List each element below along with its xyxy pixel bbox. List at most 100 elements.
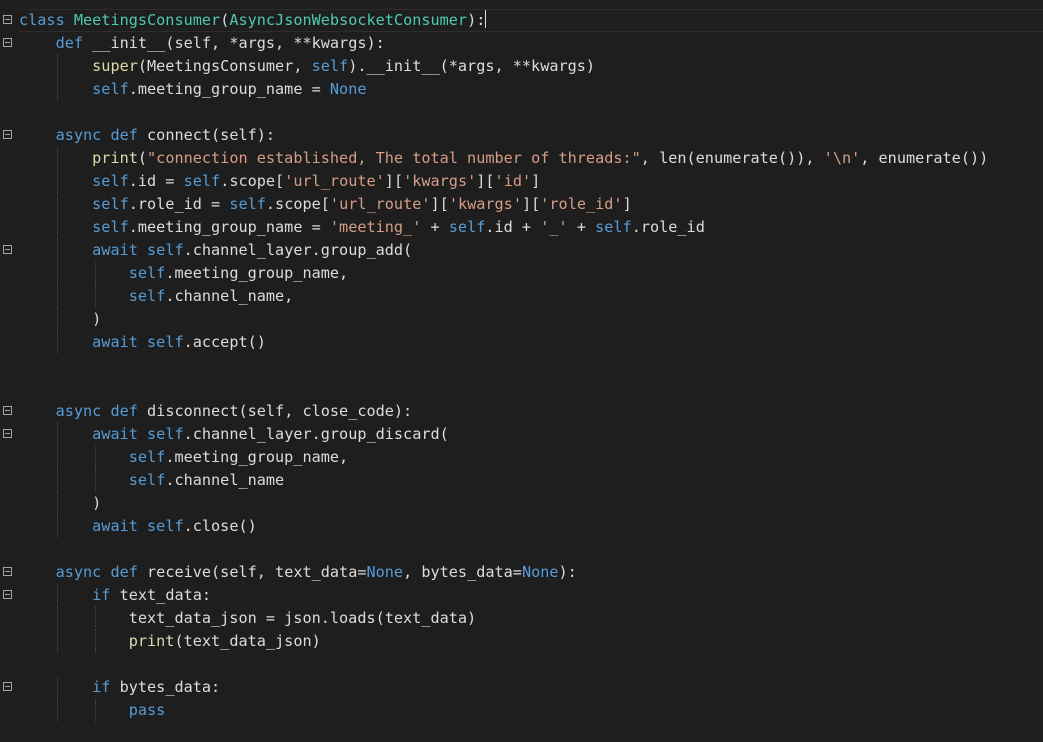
code-line[interactable]: if text_data:	[3, 584, 1043, 607]
code-token: ).__init__(*args, **kwargs)	[348, 57, 596, 75]
code-line[interactable]: await self.close()	[19, 515, 1043, 538]
code-line[interactable]: self.meeting_group_name,	[19, 262, 1043, 285]
code-token: None	[521, 563, 559, 581]
code-token: receive(self, text_data=	[137, 563, 367, 581]
code-line[interactable]	[19, 354, 1043, 377]
code-token: +	[567, 218, 596, 236]
code-line[interactable]: async def disconnect(self, close_code):	[3, 400, 1043, 423]
indent-guide	[57, 446, 59, 469]
code-line[interactable]: )	[19, 308, 1043, 331]
code-token: '\n'	[823, 149, 861, 167]
code-token: (	[137, 149, 148, 167]
code-line[interactable]: async def connect(self):	[3, 124, 1043, 147]
code-token: None	[366, 563, 404, 581]
indent-guide	[57, 423, 59, 446]
fold-toggle-icon[interactable]	[3, 590, 12, 599]
code-token: ]	[622, 195, 632, 213]
indent-guide	[94, 262, 96, 285]
code-line[interactable]	[19, 722, 1043, 742]
code-line[interactable]: self.channel_name,	[19, 285, 1043, 308]
fold-toggle-icon[interactable]	[3, 245, 12, 254]
fold-toggle-icon[interactable]	[3, 682, 12, 691]
code-line[interactable]: print("connection established, The total…	[19, 147, 1043, 170]
fold-gutter	[0, 0, 16, 742]
code-token: ][	[476, 172, 495, 190]
code-token: AsyncJsonWebsocketConsumer	[229, 11, 468, 29]
code-token: if	[92, 678, 111, 696]
code-token: 'url_route'	[329, 195, 431, 213]
code-line[interactable]: def __init__(self, *args, **kwargs):	[3, 32, 1043, 55]
code-line[interactable]: self.id = self.scope['url_route']['kwarg…	[19, 170, 1043, 193]
code-token: , bytes_data=	[403, 563, 522, 581]
code-editor[interactable]: class MeetingsConsumer(AsyncJsonWebsocke…	[0, 0, 1043, 742]
code-token: async	[55, 402, 102, 420]
code-line[interactable]: self.meeting_group_name = None	[19, 78, 1043, 101]
indent-guide	[57, 239, 59, 262]
code-line[interactable]: self.channel_name	[19, 469, 1043, 492]
code-token: ):	[467, 11, 486, 29]
indent-guide	[94, 469, 96, 492]
indent-guide	[94, 630, 96, 653]
code-token: self	[147, 333, 184, 351]
code-token: MeetingsConsumer	[73, 11, 221, 29]
code-token: self	[183, 172, 221, 190]
code-line[interactable]: if bytes_data:	[3, 676, 1043, 699]
code-token: self	[128, 264, 166, 282]
code-area[interactable]: class MeetingsConsumer(AsyncJsonWebsocke…	[3, 9, 1043, 742]
code-line[interactable]: print(text_data_json)	[19, 630, 1043, 653]
code-line[interactable]: async def receive(self, text_data=None, …	[3, 561, 1043, 584]
code-token: pass	[128, 701, 166, 719]
code-line[interactable]	[19, 653, 1043, 676]
code-line[interactable]: await self.channel_layer.group_add(	[3, 239, 1043, 262]
indent-guide	[94, 699, 96, 722]
fold-toggle-icon[interactable]	[3, 15, 12, 24]
code-token: .meeting_group_name =	[128, 218, 330, 236]
fold-toggle-icon[interactable]	[3, 38, 12, 47]
code-line[interactable]: text_data_json = json.loads(text_data)	[19, 607, 1043, 630]
code-line[interactable]	[19, 538, 1043, 561]
code-line[interactable]: self.meeting_group_name,	[19, 446, 1043, 469]
code-token: bytes_data:	[110, 678, 221, 696]
fold-toggle-icon[interactable]	[3, 406, 12, 415]
code-line[interactable]: super(MeetingsConsumer, self).__init__(*…	[19, 55, 1043, 78]
code-token: await	[92, 517, 138, 535]
code-line[interactable]: await self.accept()	[19, 331, 1043, 354]
indent-guide	[94, 607, 96, 630]
code-token: if	[92, 586, 111, 604]
code-token: .channel_name,	[165, 287, 294, 305]
code-line[interactable]: self.meeting_group_name = 'meeting_' + s…	[19, 216, 1043, 239]
indent-guide	[57, 216, 59, 239]
code-token: super	[92, 57, 138, 75]
fold-toggle-icon[interactable]	[3, 567, 12, 576]
indent-guide	[57, 147, 59, 170]
code-line[interactable]	[19, 101, 1043, 124]
fold-toggle-icon[interactable]	[3, 429, 12, 438]
code-token: .close()	[183, 517, 257, 535]
indent-guide	[57, 469, 59, 492]
code-token: connect(self):	[137, 126, 276, 144]
indent-guide	[57, 607, 59, 630]
code-line[interactable]: self.role_id = self.scope['url_route']['…	[19, 193, 1043, 216]
code-line[interactable]: )	[19, 492, 1043, 515]
code-token: +	[421, 218, 449, 236]
code-line[interactable]	[19, 377, 1043, 400]
fold-toggle-icon[interactable]	[3, 130, 12, 139]
code-line[interactable]: await self.channel_layer.group_discard(	[3, 423, 1043, 446]
code-token: print	[92, 149, 138, 167]
indent-guide	[57, 170, 59, 193]
indent-guide	[57, 492, 59, 515]
code-line[interactable]: pass	[19, 699, 1043, 722]
code-line[interactable]: class MeetingsConsumer(AsyncJsonWebsocke…	[3, 9, 1043, 32]
code-token: def	[110, 402, 138, 420]
